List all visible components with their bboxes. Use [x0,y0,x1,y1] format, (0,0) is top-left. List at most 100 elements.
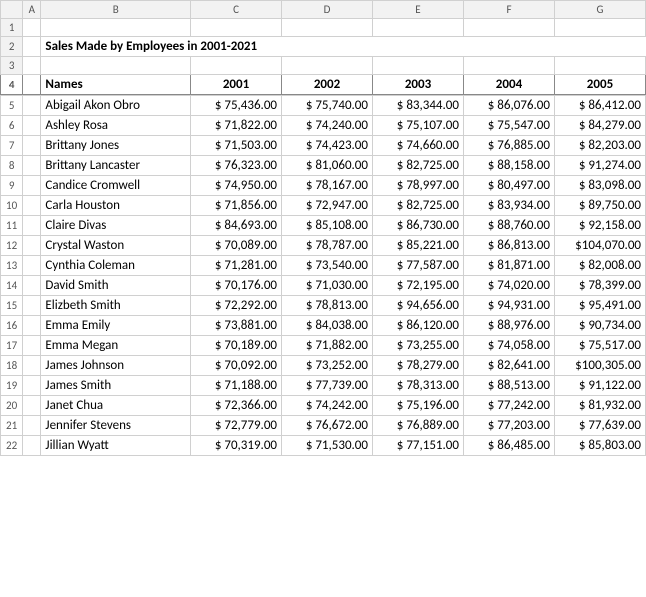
cell-name[interactable]: Brittany Lancaster [41,156,191,176]
cell-name[interactable]: Abigail Akon Obro [41,96,191,116]
cell-name[interactable]: Brittany Jones [41,136,191,156]
cell-v2001[interactable]: $ 71,281.00 [191,256,282,276]
cell-name[interactable]: Jillian Wyatt [41,436,191,456]
cell-v2001[interactable]: $ 71,856.00 [191,196,282,216]
cell-v2004[interactable]: $ 77,203.00 [463,416,554,436]
cell-v2003[interactable]: $ 75,107.00 [373,116,464,136]
cell-v2005[interactable]: $104,070.00 [554,236,645,256]
cell-a8[interactable] [23,156,41,176]
cell-v2001[interactable]: $ 75,436.00 [191,96,282,116]
cell-v2004[interactable]: $ 75,547.00 [463,116,554,136]
cell-v2005[interactable]: $ 92,158.00 [554,216,645,236]
cell-a21[interactable] [23,416,41,436]
cell-v2003[interactable]: $ 77,587.00 [373,256,464,276]
cell-v2005[interactable]: $ 90,734.00 [554,316,645,336]
cell-v2004[interactable]: $ 86,076.00 [463,96,554,116]
col-header-a[interactable]: A [23,1,41,19]
cell-a22[interactable] [23,436,41,456]
cell-v2001[interactable]: $ 71,503.00 [191,136,282,156]
cell-name[interactable]: James Smith [41,376,191,396]
cell-a15[interactable] [23,296,41,316]
cell-a9[interactable] [23,176,41,196]
cell-v2001[interactable]: $ 73,881.00 [191,316,282,336]
cell-v2004[interactable]: $ 88,760.00 [463,216,554,236]
cell-v2004[interactable]: $ 94,931.00 [463,296,554,316]
cell-v2003[interactable]: $ 78,313.00 [373,376,464,396]
cell-name[interactable]: David Smith [41,276,191,296]
cell-v2001[interactable]: $ 72,292.00 [191,296,282,316]
cell-a12[interactable] [23,236,41,256]
cell-v2002[interactable]: $ 78,787.00 [282,236,373,256]
cell-v2001[interactable]: $ 84,693.00 [191,216,282,236]
cell-v2005[interactable]: $ 86,412.00 [554,96,645,116]
cell-v2001[interactable]: $ 76,323.00 [191,156,282,176]
col-header-b[interactable]: B [41,1,191,19]
cell-v2005[interactable]: $ 77,639.00 [554,416,645,436]
cell-a4[interactable] [23,75,41,95]
cell-a16[interactable] [23,316,41,336]
cell-v2002[interactable]: $ 76,672.00 [282,416,373,436]
cell-name[interactable]: Claire Divas [41,216,191,236]
cell-v2005[interactable]: $ 82,008.00 [554,256,645,276]
cell-a19[interactable] [23,376,41,396]
cell-v2005[interactable]: $ 78,399.00 [554,276,645,296]
cell-v2001[interactable]: $ 70,089.00 [191,236,282,256]
cell-e1[interactable] [373,19,464,37]
cell-v2005[interactable]: $ 83,098.00 [554,176,645,196]
cell-a20[interactable] [23,396,41,416]
cell-v2003[interactable]: $ 78,997.00 [373,176,464,196]
cell-v2002[interactable]: $ 81,060.00 [282,156,373,176]
cell-v2004[interactable]: $ 81,871.00 [463,256,554,276]
cell-v2004[interactable]: $ 86,485.00 [463,436,554,456]
col-header-c[interactable]: C [191,1,282,19]
cell-v2005[interactable]: $100,305.00 [554,356,645,376]
cell-v2004[interactable]: $ 76,885.00 [463,136,554,156]
col-header-d[interactable]: D [282,1,373,19]
cell-a11[interactable] [23,216,41,236]
cell-v2002[interactable]: $ 85,108.00 [282,216,373,236]
cell-v2001[interactable]: $ 74,950.00 [191,176,282,196]
cell-v2005[interactable]: $ 91,274.00 [554,156,645,176]
cell-v2004[interactable]: $ 74,058.00 [463,336,554,356]
cell-v2003[interactable]: $ 73,255.00 [373,336,464,356]
cell-v2002[interactable]: $ 71,030.00 [282,276,373,296]
cell-v2001[interactable]: $ 71,822.00 [191,116,282,136]
cell-v2003[interactable]: $ 76,889.00 [373,416,464,436]
cell-g1[interactable] [554,19,645,37]
cell-f1[interactable] [463,19,554,37]
cell-v2001[interactable]: $ 70,176.00 [191,276,282,296]
cell-f3[interactable] [463,57,554,75]
cell-a5[interactable] [23,96,41,116]
cell-v2005[interactable]: $ 82,203.00 [554,136,645,156]
cell-g3[interactable] [554,57,645,75]
cell-v2005[interactable]: $ 91,122.00 [554,376,645,396]
cell-c1[interactable] [191,19,282,37]
cell-v2002[interactable]: $ 73,540.00 [282,256,373,276]
cell-v2004[interactable]: $ 80,497.00 [463,176,554,196]
cell-v2003[interactable]: $ 83,344.00 [373,96,464,116]
cell-v2004[interactable]: $ 83,934.00 [463,196,554,216]
cell-name[interactable]: Emma Emily [41,316,191,336]
cell-v2005[interactable]: $ 75,517.00 [554,336,645,356]
cell-name[interactable]: Cynthia Coleman [41,256,191,276]
cell-v2004[interactable]: $ 88,976.00 [463,316,554,336]
cell-v2001[interactable]: $ 70,319.00 [191,436,282,456]
cell-name[interactable]: Carla Houston [41,196,191,216]
cell-a3[interactable] [23,57,41,75]
cell-a14[interactable] [23,276,41,296]
cell-v2004[interactable]: $ 86,813.00 [463,236,554,256]
cell-v2002[interactable]: $ 72,947.00 [282,196,373,216]
cell-v2003[interactable]: $ 82,725.00 [373,196,464,216]
cell-d3[interactable] [282,57,373,75]
cell-v2001[interactable]: $ 70,092.00 [191,356,282,376]
cell-name[interactable]: Elizbeth Smith [41,296,191,316]
cell-v2002[interactable]: $ 71,882.00 [282,336,373,356]
cell-v2001[interactable]: $ 71,188.00 [191,376,282,396]
cell-d1[interactable] [282,19,373,37]
cell-v2003[interactable]: $ 77,151.00 [373,436,464,456]
cell-v2003[interactable]: $ 94,656.00 [373,296,464,316]
cell-name[interactable]: Crystal Waston [41,236,191,256]
cell-v2003[interactable]: $ 78,279.00 [373,356,464,376]
cell-v2003[interactable]: $ 85,221.00 [373,236,464,256]
cell-v2002[interactable]: $ 71,530.00 [282,436,373,456]
